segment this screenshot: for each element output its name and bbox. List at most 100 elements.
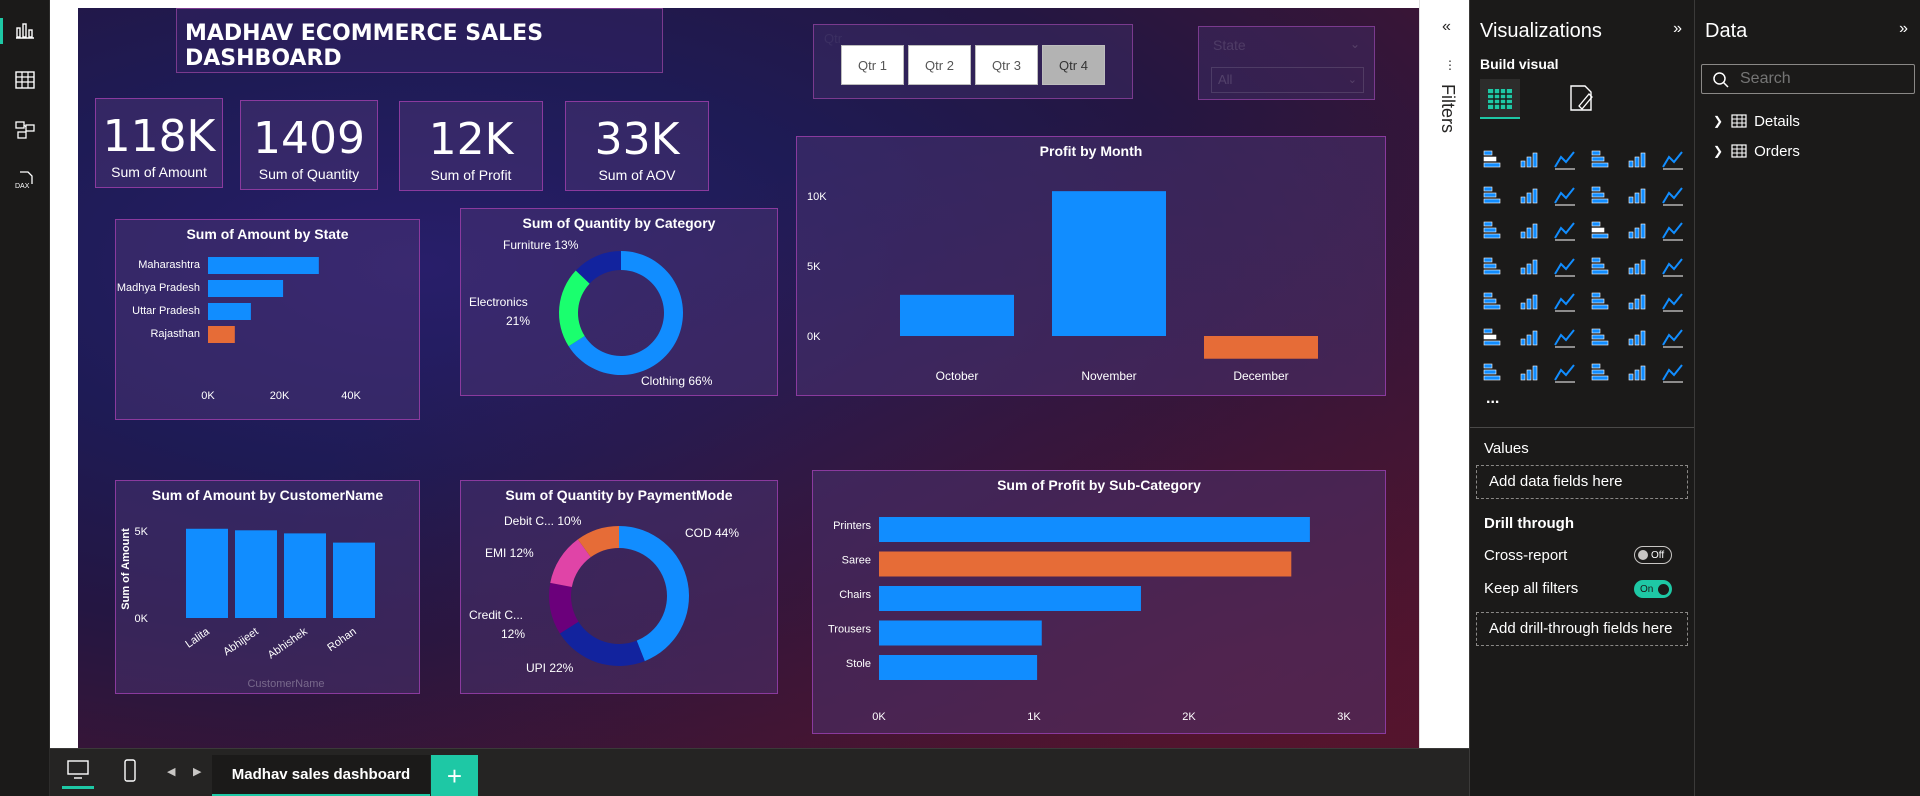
add-page-button[interactable]: + (431, 755, 478, 796)
python-visual-visual-icon[interactable] (1480, 325, 1506, 351)
scatter-visual-icon[interactable] (1588, 218, 1614, 244)
multi-row-card-visual-icon[interactable] (1480, 289, 1506, 315)
data-search-box[interactable] (1701, 64, 1915, 94)
data-table-details[interactable]: ❯ Details (1713, 110, 1800, 132)
bar (879, 586, 1141, 611)
shape-map-visual-icon[interactable] (1624, 360, 1650, 386)
table-view-icon (15, 71, 35, 89)
qtr-3-button[interactable]: Qtr 3 (975, 45, 1038, 85)
filters-label[interactable]: Filters (1437, 84, 1458, 133)
qa-visual-icon[interactable] (1588, 325, 1614, 351)
kpi-visual-icon[interactable] (1516, 289, 1542, 315)
collapse-icon[interactable]: « (1442, 18, 1451, 36)
kpi-card-aov[interactable]: 33K Sum of AOV (565, 101, 709, 191)
cross-report-toggle[interactable]: Off (1634, 546, 1672, 564)
filled-map-visual-icon[interactable] (1552, 254, 1578, 280)
slicer-visual-icon[interactable] (1552, 289, 1578, 315)
kpi-card-profit[interactable]: 12K Sum of Profit (399, 101, 543, 191)
key-influencers-visual-icon[interactable] (1516, 325, 1542, 351)
chevron-down-icon: ⌄ (1347, 74, 1357, 86)
state-slicer: State ⌄ All ⌄ (1198, 26, 1375, 100)
gauge-visual-icon[interactable] (1624, 254, 1650, 280)
qtr-4-button[interactable]: Qtr 4 (1042, 45, 1105, 85)
line-column-icon (1662, 186, 1683, 205)
table-view-button[interactable] (0, 60, 50, 100)
category-label: Abhishek (266, 625, 310, 661)
100-column-visual-icon[interactable] (1660, 147, 1686, 173)
table-grid-icon (1488, 89, 1512, 109)
metrics-visual-icon[interactable] (1516, 360, 1542, 386)
donut-slice (619, 526, 689, 662)
model-view-button[interactable] (0, 110, 50, 150)
quantity-by-paymentmode-visual[interactable]: Sum of Quantity by PaymentMode COD 44% UP… (460, 480, 778, 694)
toggle-knob (1658, 583, 1670, 595)
build-visual-tab[interactable] (1480, 79, 1520, 119)
stacked-bar-visual-icon[interactable] (1480, 147, 1506, 173)
drill-through-drop-zone[interactable]: Add drill-through fields here (1476, 612, 1688, 646)
report-view-button[interactable] (0, 10, 50, 50)
keep-all-filters-toggle[interactable]: On (1634, 580, 1672, 598)
azure-map-visual-icon[interactable] (1588, 254, 1614, 280)
scatter-combo-visual-icon[interactable] (1516, 218, 1542, 244)
qtr-1-button[interactable]: Qtr 1 (841, 45, 904, 85)
map-visual-icon[interactable] (1516, 254, 1542, 280)
paginated-visual-icon[interactable] (1480, 360, 1506, 386)
profit-by-subcategory-visual[interactable]: Sum of Profit by Sub-Category Printers Sa… (812, 470, 1386, 734)
treemap-visual-icon[interactable] (1480, 254, 1506, 280)
trophy-visual-icon[interactable] (1660, 325, 1686, 351)
search-input[interactable] (1740, 69, 1900, 89)
decomposition-tree-visual-icon[interactable] (1552, 325, 1578, 351)
power-apps-visual-icon[interactable] (1552, 360, 1578, 386)
matrix-visual-icon[interactable] (1624, 289, 1650, 315)
qtr-2-button[interactable]: Qtr 2 (908, 45, 971, 85)
funnel-visual-icon[interactable] (1552, 218, 1578, 244)
line-clustered-visual-icon[interactable] (1480, 218, 1506, 244)
stacked-column-visual-icon[interactable] (1516, 147, 1542, 173)
state-dropdown[interactable]: All ⌄ (1211, 67, 1364, 93)
page-tab-madhav-sales-dashboard[interactable]: Madhav sales dashboard (212, 755, 430, 796)
category-label: Printers (833, 520, 871, 532)
mobile-layout-button[interactable] (123, 759, 137, 788)
pie-visual-icon[interactable] (1624, 218, 1650, 244)
bar (208, 303, 251, 320)
area-visual-icon[interactable] (1516, 183, 1542, 209)
next-page-icon[interactable]: ▶ (193, 765, 201, 778)
prev-page-icon[interactable]: ◀ (167, 765, 175, 778)
chevron-right-icon: ❯ (1713, 144, 1724, 158)
amount-by-state-visual[interactable]: Sum of Amount by State Maharashtra Madhya… (115, 219, 420, 420)
clustered-bar-visual-icon[interactable] (1552, 147, 1578, 173)
table-visual-icon[interactable] (1588, 289, 1614, 315)
amount-by-customer-visual[interactable]: Sum of Amount by CustomerName 5K 0K Sum of… (115, 480, 420, 694)
stacked-area-visual-icon[interactable] (1552, 183, 1578, 209)
desktop-layout-button[interactable] (62, 759, 94, 789)
slice-label: Credit C... (469, 608, 523, 622)
filters-pane[interactable]: « ⋮ Filters (1419, 0, 1469, 748)
clustered-column-visual-icon[interactable] (1588, 147, 1614, 173)
format-visual-tab[interactable] (1565, 82, 1599, 116)
data-table-orders[interactable]: ❯ Orders (1713, 140, 1800, 162)
expand-icon[interactable]: » (1673, 20, 1682, 38)
line-column-visual-icon[interactable] (1660, 183, 1686, 209)
power-automate-visual-icon[interactable] (1588, 360, 1614, 386)
arrow-visual-icon[interactable] (1660, 360, 1686, 386)
profit-by-month-visual[interactable]: Profit by Month 10K 5K 0K October November De… (796, 136, 1386, 396)
waterfall-visual-icon[interactable] (1624, 183, 1650, 209)
quantity-by-paymentmode-chart: COD 44% UPI 22% Credit C... 12% EMI 12% Debit… (469, 514, 739, 675)
ribbon-visual-icon[interactable] (1588, 183, 1614, 209)
line-visual-icon[interactable] (1480, 183, 1506, 209)
donut-visual-icon[interactable] (1660, 218, 1686, 244)
kpi-card-quantity[interactable]: 1409 Sum of Quantity (240, 100, 378, 190)
r-visual-visual-icon[interactable] (1660, 289, 1686, 315)
values-drop-zone[interactable]: Add data fields here (1476, 465, 1688, 499)
kpi-card-amount[interactable]: 118K Sum of Amount (95, 98, 223, 188)
quantity-by-category-visual[interactable]: Sum of Quantity by Category Clothing 66%… (460, 208, 778, 396)
narrative-visual-icon[interactable] (1624, 325, 1650, 351)
slice-label: COD 44% (685, 526, 739, 540)
trophy-icon (1662, 328, 1683, 347)
card-visual-icon[interactable] (1660, 254, 1686, 280)
more-visuals-button[interactable]: ... (1486, 390, 1499, 408)
100-bar-visual-icon[interactable] (1624, 147, 1650, 173)
dax-query-view-button[interactable]: DAX (0, 160, 50, 200)
expand-icon[interactable]: » (1899, 20, 1908, 38)
x-tick-label: 40K (341, 390, 361, 402)
